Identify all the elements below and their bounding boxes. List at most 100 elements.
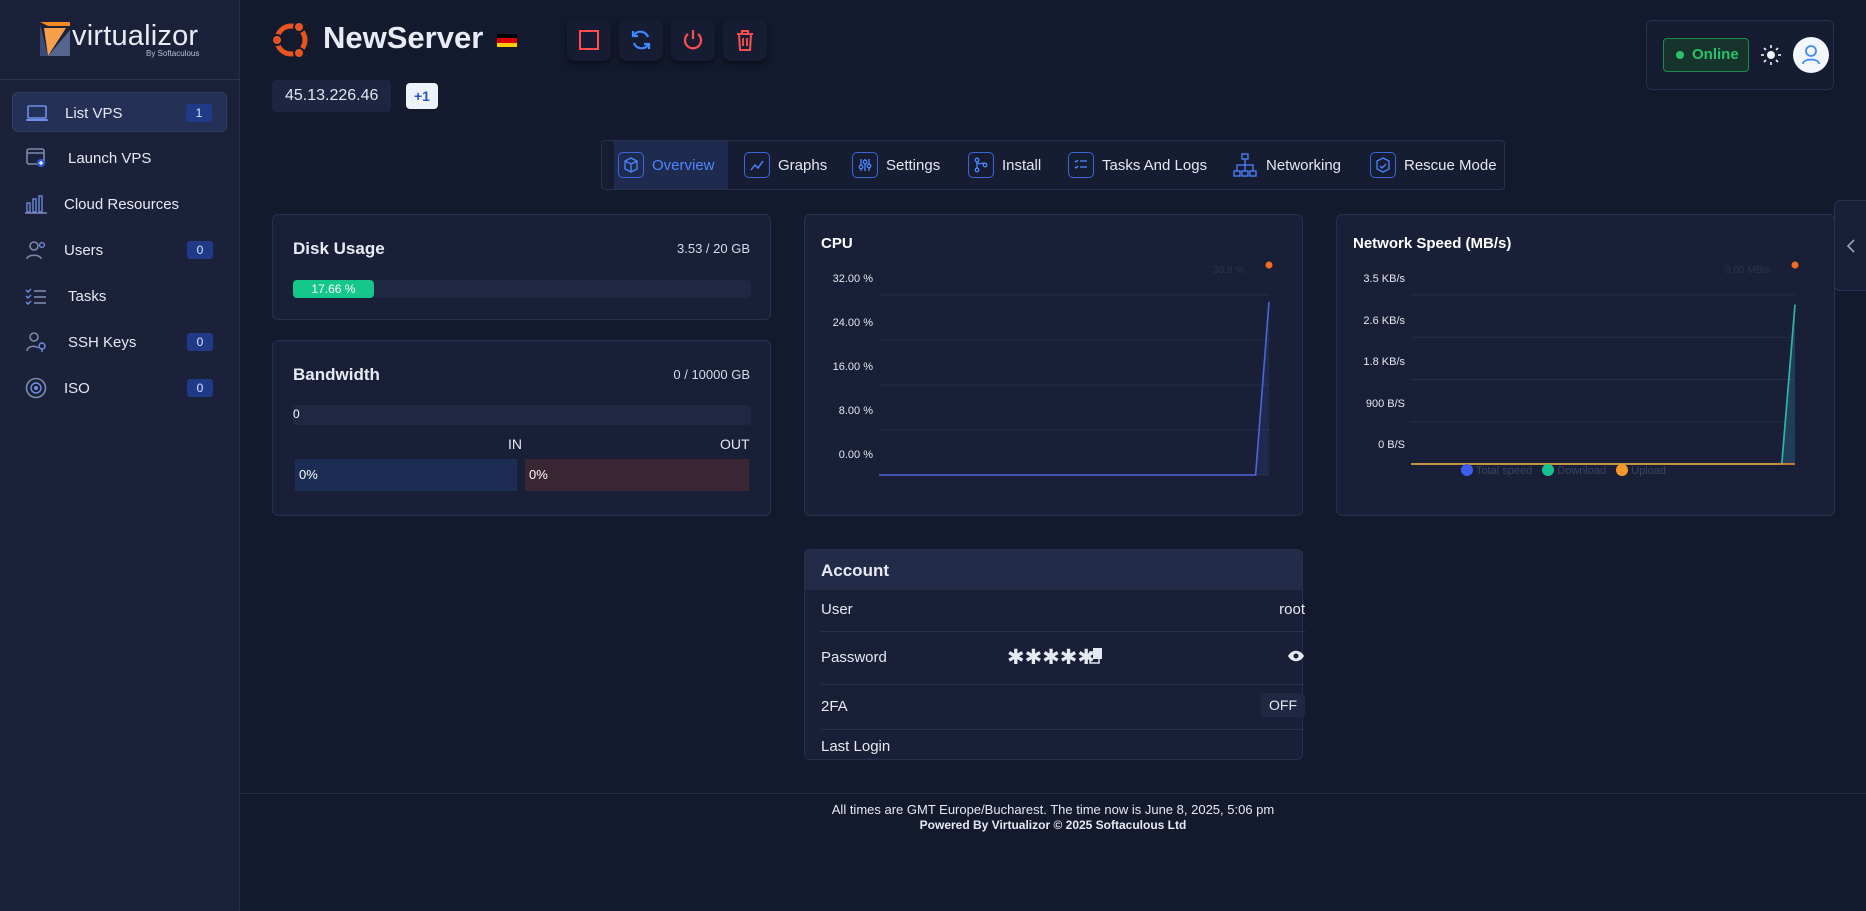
account-row-2fa: 2FA OFF <box>821 685 1305 730</box>
field-label: 2FA <box>821 698 848 715</box>
bandwidth-in-bar: 0% <box>295 459 517 491</box>
disk-usage-card: Disk Usage 3.53 / 20 GB 17.66 % <box>272 214 771 320</box>
virtualizor-logo-icon <box>40 22 70 56</box>
sliders-icon <box>852 152 878 178</box>
restart-button[interactable] <box>619 19 663 61</box>
network-marker-label: 0.00 MB/s <box>1725 265 1771 276</box>
sidebar-item-label: Cloud Resources <box>64 196 180 213</box>
sidebar-item-iso[interactable]: ISO 0 <box>12 368 227 408</box>
sidebar-item-launch-vps[interactable]: Launch VPS <box>12 138 227 178</box>
user-avatar-button[interactable] <box>1793 37 1829 73</box>
server-tabs: Overview Graphs Settings Install Tasks A… <box>601 140 1505 190</box>
launch-window-icon <box>26 148 45 167</box>
y-tick-label: 2.6 KB/s <box>1363 315 1405 327</box>
brand-logo[interactable]: virtualizor By Softaculous <box>0 0 239 80</box>
y-tick-label: 16.00 % <box>832 361 873 373</box>
twofa-status-badge[interactable]: OFF <box>1261 693 1305 717</box>
count-badge: 0 <box>187 333 213 351</box>
count-badge: 1 <box>186 104 212 122</box>
task-list-icon <box>25 288 46 305</box>
disk-usage-fill: 17.66 % <box>293 280 374 298</box>
card-title: Account <box>821 561 889 580</box>
tab-overview[interactable]: Overview <box>614 141 728 189</box>
disk-usage-progress: 17.66 % <box>293 280 751 298</box>
tab-install[interactable]: Install <box>968 141 1041 189</box>
y-tick-label: 1.8 KB/s <box>1363 356 1405 368</box>
tab-label: Tasks And Logs <box>1102 156 1208 174</box>
legend-swatch <box>1461 464 1473 476</box>
y-tick-label: 0 B/S <box>1378 439 1405 451</box>
legend-item[interactable]: Upload <box>1616 464 1666 477</box>
users-icon <box>26 241 46 260</box>
legend-swatch <box>1542 464 1555 476</box>
tab-networking[interactable]: Networking <box>1232 141 1341 189</box>
y-tick-label: 3.5 KB/s <box>1363 273 1405 285</box>
tab-settings[interactable]: Settings <box>852 141 940 189</box>
sidebar-item-label: Launch VPS <box>68 150 152 167</box>
tab-tasks-and-logs[interactable]: Tasks And Logs <box>1068 141 1207 189</box>
tab-label: Overview <box>652 156 715 174</box>
tab-label: Settings <box>886 156 941 174</box>
rescue-box-icon <box>1370 152 1396 178</box>
stop-icon <box>579 30 599 50</box>
tab-label: Graphs <box>778 156 828 174</box>
eye-icon[interactable] <box>1287 649 1305 663</box>
account-row-user: User root <box>821 590 1305 632</box>
tab-graphs[interactable]: Graphs <box>744 141 827 189</box>
series-line <box>879 301 1270 476</box>
more-ips-button[interactable]: +1 <box>406 83 438 109</box>
series-area <box>1411 304 1795 464</box>
tab-rescue-mode[interactable]: Rescue Mode <box>1370 141 1497 189</box>
sidebar-item-label: SSH Keys <box>68 334 137 351</box>
bandwidth-card: Bandwidth 0 / 10000 GB 0 IN OUT 0% 0% <box>272 340 771 516</box>
legend-swatch <box>1616 464 1629 476</box>
ip-address[interactable]: 45.13.226.46 <box>272 80 392 112</box>
sidebar-item-label: Users <box>64 242 104 259</box>
chevron-left-icon <box>1846 238 1855 253</box>
chart-title: CPU <box>821 235 853 252</box>
in-label: IN <box>508 436 522 452</box>
y-tick-label: 0.00 % <box>838 449 873 461</box>
power-icon <box>683 30 703 50</box>
power-off-button[interactable] <box>671 19 715 61</box>
user-icon <box>1802 45 1820 65</box>
network-topology-icon <box>1232 152 1258 178</box>
disc-icon <box>25 377 47 399</box>
card-title: Disk Usage <box>293 239 385 258</box>
latest-value-marker <box>1791 261 1799 269</box>
sidebar-item-ssh-keys[interactable]: SSH Keys 0 <box>12 322 227 362</box>
cpu-chart-card: CPU 32.00 % 24.00 % 16.00 % 8.00 % 0.00 … <box>804 214 1303 516</box>
sidebar-nav: List VPS 1 Launch VPS Cloud Resources Us… <box>0 80 239 408</box>
restart-icon <box>631 30 651 50</box>
sidebar-item-users[interactable]: Users 0 <box>12 230 227 270</box>
legend-label: Download <box>1557 465 1607 477</box>
panel-collapse-button[interactable] <box>1834 200 1866 291</box>
y-tick-label: 900 B/S <box>1365 398 1405 410</box>
bandwidth-progress: 0 <box>293 405 751 425</box>
bandwidth-bar-label: 0 <box>293 407 300 421</box>
delete-button[interactable] <box>723 19 767 61</box>
copy-icon[interactable] <box>1089 648 1103 664</box>
username-value: root <box>1279 601 1305 618</box>
sidebar-item-tasks[interactable]: Tasks <box>12 276 227 316</box>
chart-legend: Total speed Download Upload <box>1461 464 1666 477</box>
sidebar-item-label: Tasks <box>68 288 107 305</box>
ubuntu-logo-icon <box>271 21 308 59</box>
legend-item[interactable]: Download <box>1542 464 1606 477</box>
count-badge: 0 <box>187 241 213 259</box>
cube-icon <box>618 152 644 178</box>
sidebar-item-list-vps[interactable]: List VPS 1 <box>12 92 227 132</box>
footer-copyright: Powered By Virtualizor © 2025 Softaculou… <box>919 818 1187 832</box>
legend-item[interactable]: Total speed <box>1461 464 1532 477</box>
theme-toggle-sun-icon[interactable] <box>1761 45 1781 65</box>
y-tick-label: 8.00 % <box>838 405 873 417</box>
trend-line-icon <box>744 152 770 178</box>
user-key-icon <box>26 332 46 352</box>
status-badge: Online <box>1663 38 1749 72</box>
y-tick-label: 24.00 % <box>832 317 873 329</box>
stop-button[interactable] <box>567 19 611 61</box>
bandwidth-value: 0 / 10000 GB <box>673 367 750 382</box>
sidebar-item-cloud-resources[interactable]: Cloud Resources <box>12 184 227 224</box>
field-label: Password <box>821 649 887 666</box>
server-name: NewServer <box>323 20 484 55</box>
